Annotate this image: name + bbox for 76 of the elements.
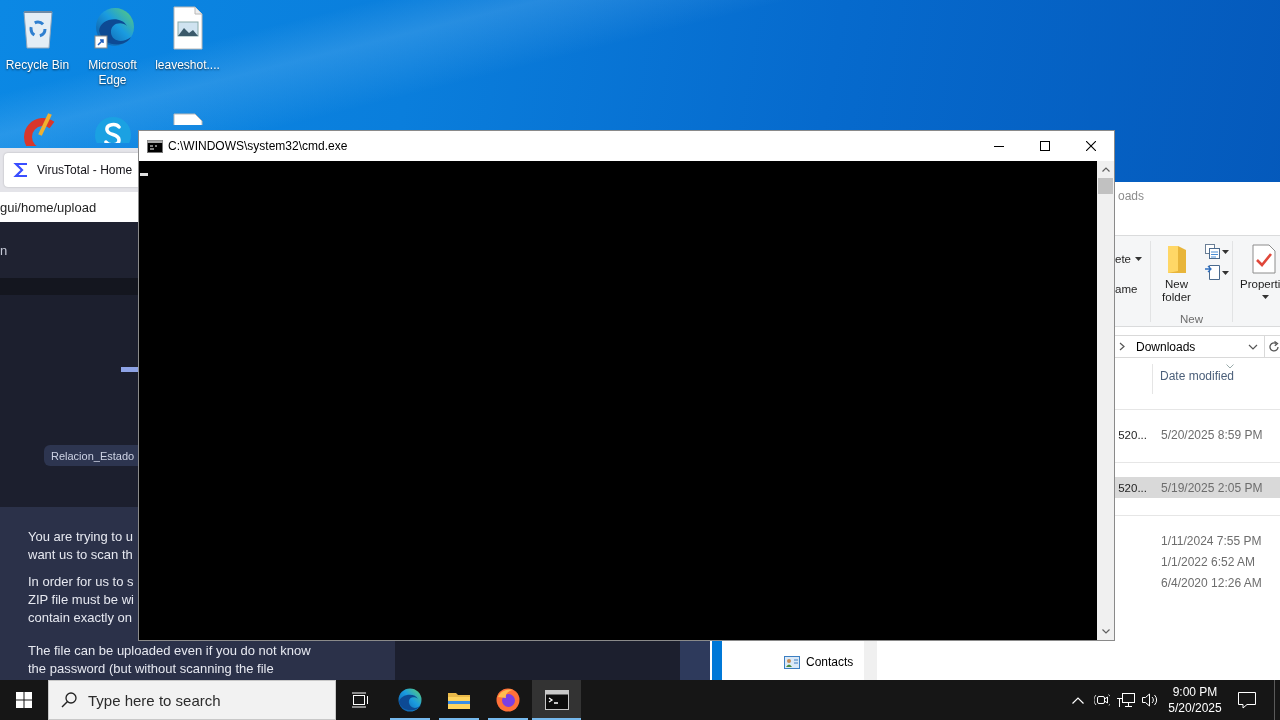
scrollbar[interactable] <box>1097 161 1114 640</box>
search-field[interactable]: Type here to search <box>48 680 336 720</box>
task-view-icon <box>352 692 369 708</box>
ribbon-command[interactable]: ame <box>1115 281 1138 297</box>
volume-icon <box>1141 692 1159 708</box>
globe-logo-icon <box>495 688 520 712</box>
date-modified: 5/19/2025 2:05 PM <box>1160 480 1263 495</box>
caret-icon <box>1221 249 1229 254</box>
caret-icon <box>1135 257 1142 261</box>
notice-paragraph: The file can be uploaded even if you do not know the password (but without scanning the file <box>28 642 311 678</box>
caret-icon <box>1221 270 1229 275</box>
accent-strip <box>712 641 722 680</box>
scrollbar-track <box>864 641 877 680</box>
close-icon <box>1086 141 1096 151</box>
file-row[interactable]: 6/4/2020 12:26 AM <box>1115 572 1280 593</box>
stacked-pages-icon <box>1204 244 1220 259</box>
file-chip: Relacion_Estado <box>44 445 138 466</box>
file-row[interactable]: 520... 5/20/2025 8:59 PM <box>1115 424 1280 445</box>
desktop-icon-label[interactable]: leaveshot.... <box>155 58 220 73</box>
clock-date[interactable]: 5/20/2025 <box>1168 701 1222 715</box>
search-icon <box>61 692 77 708</box>
notice-paragraph: You are trying to u want us to scan th <box>28 528 134 564</box>
console-icon <box>147 139 163 153</box>
new-folder-button[interactable]: New folder <box>1154 244 1199 304</box>
window-title: C:\WINDOWS\system32\cmd.exe <box>168 139 348 153</box>
windows-logo-icon <box>16 692 32 708</box>
desktop-icon-label[interactable]: Microsoft Edge <box>77 58 148 88</box>
network-icon <box>1117 692 1135 708</box>
ribbon-command[interactable]: ete <box>1115 251 1142 267</box>
chevron-down-icon[interactable] <box>1248 343 1258 350</box>
console-icon <box>544 688 569 712</box>
speech-bubble-icon <box>1238 691 1256 709</box>
accent-bar <box>121 367 138 372</box>
clock-time[interactable]: 9:00 PM <box>1172 685 1218 699</box>
header-text: n <box>0 242 8 258</box>
chevron-right-icon <box>1119 342 1125 351</box>
date-modified: 1/11/2024 7:55 PM <box>1160 533 1262 548</box>
date-modified: 6/4/2020 12:26 AM <box>1160 575 1262 590</box>
page-arrow-icon <box>1204 265 1220 280</box>
file-name: 520... <box>1118 481 1147 494</box>
checked-page-icon <box>1252 244 1276 274</box>
text-cursor <box>140 173 148 176</box>
notice-paragraph: In order for us to s ZIP file must be wi contain exactly on <box>28 573 134 627</box>
file-row[interactable]: 1/1/2022 6:52 AM <box>1115 551 1280 572</box>
file-name: 520... <box>1118 428 1147 441</box>
chevron-up-icon <box>1072 696 1084 704</box>
properties-button[interactable]: Properti <box>1238 236 1280 326</box>
caret-icon <box>1262 295 1269 299</box>
maximize-icon <box>1040 141 1050 151</box>
address-field[interactable]: gui/home/upload <box>0 195 137 219</box>
ribbon-button[interactable] <box>1204 244 1229 259</box>
group-label: New <box>1180 313 1203 326</box>
refresh-button[interactable] <box>1264 336 1280 357</box>
date-modified: 5/20/2025 8:59 PM <box>1160 427 1263 442</box>
swirl-logo-icon <box>397 688 422 712</box>
window-title: oads <box>1118 189 1145 203</box>
date-modified: 1/1/2022 6:52 AM <box>1160 554 1256 569</box>
browser-tab[interactable]: VirusTotal - Home <box>4 153 138 187</box>
taskbar-app-button[interactable] <box>532 680 581 720</box>
chevron-down-icon <box>1101 629 1110 634</box>
nav-item[interactable]: Contacts <box>784 652 864 672</box>
file-row[interactable]: 520... 5/19/2025 2:05 PM <box>1115 477 1280 498</box>
column-header[interactable]: Date modified <box>1153 364 1235 409</box>
contact-card-icon <box>784 655 800 669</box>
ribbon-button[interactable] <box>1204 265 1229 280</box>
chevron-up-icon <box>1101 167 1110 172</box>
sort-chevron-icon <box>1226 364 1234 369</box>
scrollbar-thumb[interactable] <box>1098 178 1113 194</box>
minimize-icon <box>994 145 1004 147</box>
desktop-icon-label[interactable]: Recycle Bin <box>5 58 70 73</box>
breadcrumb[interactable]: Downloads <box>1136 339 1196 354</box>
camera-icon <box>1094 693 1110 707</box>
address-bar[interactable]: Downloads <box>1115 335 1280 358</box>
file-row[interactable]: 1/11/2024 7:55 PM <box>1115 530 1280 551</box>
sigma-icon <box>12 161 30 179</box>
refresh-icon <box>1268 340 1280 353</box>
